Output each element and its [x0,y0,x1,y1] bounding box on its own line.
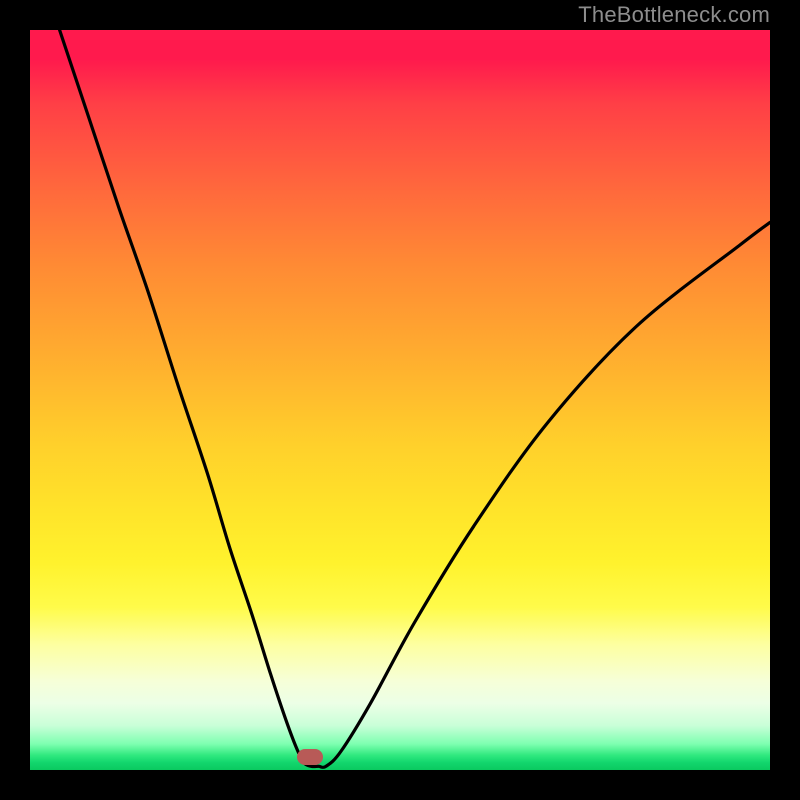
optimal-point-marker [297,749,323,765]
bottleneck-curve [30,30,770,770]
plot-area [30,30,770,770]
watermark-text: TheBottleneck.com [578,2,770,28]
chart-frame: TheBottleneck.com [0,0,800,800]
